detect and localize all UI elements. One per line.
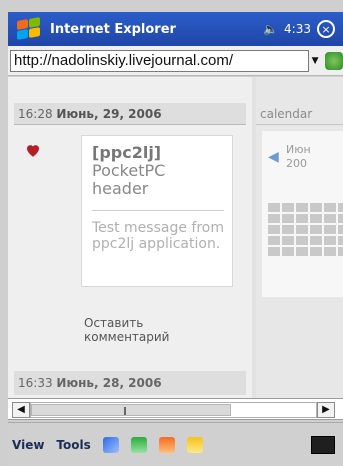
calendar-cell[interactable] bbox=[338, 214, 343, 223]
chevron-down-icon[interactable]: ▼ bbox=[309, 50, 321, 72]
divider bbox=[92, 210, 224, 211]
clock: 4:33 bbox=[284, 22, 311, 36]
scroll-left-button[interactable]: ◀ bbox=[12, 402, 30, 418]
calendar-month-line: Июн bbox=[286, 143, 311, 156]
calendar-cell[interactable] bbox=[296, 203, 308, 212]
post-body: Test message from ppc2lj application. bbox=[92, 220, 224, 252]
address-bar: http://nadolinskiy.livejournal.com/ ▼ bbox=[8, 46, 343, 76]
calendar-heading: calendar bbox=[256, 103, 343, 125]
keyboard-icon[interactable] bbox=[311, 435, 335, 454]
post-time: 16:33 bbox=[18, 376, 53, 390]
post-date: Июнь, 29, 2006 bbox=[56, 107, 162, 121]
calendar-cell[interactable] bbox=[268, 203, 280, 212]
calendar-cell[interactable] bbox=[296, 214, 308, 223]
calendar-cell[interactable] bbox=[310, 247, 322, 256]
calendar-cell[interactable] bbox=[338, 247, 343, 256]
calendar-cell[interactable] bbox=[324, 203, 336, 212]
device-screen: Internet Explorer 🔈 4:33 × http://nadoli… bbox=[0, 0, 343, 466]
calendar-cell[interactable] bbox=[324, 247, 336, 256]
comment-link[interactable]: Оставить комментарий bbox=[84, 316, 194, 344]
calendar-cell[interactable] bbox=[338, 225, 343, 234]
scroll-right-button[interactable]: ▶ bbox=[317, 402, 335, 418]
calendar-cell[interactable] bbox=[310, 214, 322, 223]
calendar-cell[interactable] bbox=[282, 214, 294, 223]
calendar-year-line: 200 bbox=[286, 157, 307, 170]
post-tag: [ppc2lj] bbox=[92, 143, 162, 162]
url-input[interactable]: http://nadolinskiy.livejournal.com/ bbox=[10, 49, 310, 72]
calendar-column: calendar ◀ Июн 200 bbox=[256, 77, 343, 398]
calendar-grid bbox=[268, 203, 343, 256]
horizontal-scrollbar[interactable]: ◀ ▶ bbox=[8, 398, 343, 420]
post-card: [ppc2lj] PocketPC header Test message fr… bbox=[81, 135, 233, 287]
blog-column: 16:28 Июнь, 29, 2006 [ppc2lj] PocketPC h… bbox=[8, 77, 252, 398]
calendar-cell[interactable] bbox=[268, 247, 280, 256]
post-title-rest: PocketPC header bbox=[92, 161, 166, 198]
windows-logo-icon[interactable] bbox=[16, 17, 44, 40]
web-page: 16:28 Июнь, 29, 2006 [ppc2lj] PocketPC h… bbox=[8, 77, 343, 398]
calendar-cell[interactable] bbox=[324, 225, 336, 234]
status-area: 🔈 4:33 × bbox=[263, 20, 335, 38]
calendar-cell[interactable] bbox=[282, 247, 294, 256]
calendar-cell[interactable] bbox=[268, 236, 280, 245]
calendar-cell[interactable] bbox=[296, 247, 308, 256]
mood-icon bbox=[27, 145, 39, 157]
post-time: 16:28 bbox=[18, 107, 53, 121]
calendar-cell[interactable] bbox=[282, 225, 294, 234]
calendar-cell[interactable] bbox=[338, 236, 343, 245]
calendar-cell[interactable] bbox=[296, 225, 308, 234]
orange-home-icon[interactable] bbox=[158, 436, 175, 453]
scroll-grip bbox=[124, 407, 126, 415]
scroll-track[interactable] bbox=[30, 402, 317, 418]
yellow-star-icon[interactable] bbox=[186, 436, 203, 453]
calendar-cell[interactable] bbox=[324, 214, 336, 223]
calendar-cell[interactable] bbox=[268, 214, 280, 223]
titlebar: Internet Explorer 🔈 4:33 × bbox=[8, 12, 343, 46]
scroll-thumb[interactable] bbox=[31, 404, 231, 416]
blue-diamond-icon[interactable] bbox=[102, 436, 119, 453]
taskbar: View Tools bbox=[8, 422, 343, 466]
post-header: 16:28 Июнь, 29, 2006 bbox=[14, 103, 246, 125]
calendar-cell[interactable] bbox=[282, 236, 294, 245]
tools-menu[interactable]: Tools bbox=[56, 438, 90, 452]
calendar-cell[interactable] bbox=[310, 203, 322, 212]
calendar-cell[interactable] bbox=[324, 236, 336, 245]
post-title[interactable]: [ppc2lj] PocketPC header bbox=[92, 144, 222, 198]
calendar-month: Июн 200 bbox=[286, 143, 311, 171]
post-date: Июнь, 28, 2006 bbox=[56, 376, 162, 390]
calendar-cell[interactable] bbox=[338, 203, 343, 212]
calendar-cell[interactable] bbox=[282, 203, 294, 212]
post-header: 16:33 Июнь, 28, 2006 bbox=[14, 371, 246, 395]
speaker-icon[interactable]: 🔈 bbox=[263, 22, 278, 36]
calendar-cell[interactable] bbox=[310, 225, 322, 234]
green-page-icon[interactable] bbox=[130, 436, 147, 453]
chevron-left-icon[interactable]: ◀ bbox=[268, 149, 279, 165]
calendar-cell[interactable] bbox=[296, 236, 308, 245]
close-icon[interactable]: × bbox=[317, 20, 335, 38]
go-icon[interactable] bbox=[325, 51, 343, 70]
view-menu[interactable]: View bbox=[12, 438, 44, 452]
window-title: Internet Explorer bbox=[50, 21, 176, 37]
calendar-cell[interactable] bbox=[268, 225, 280, 234]
calendar-cell[interactable] bbox=[310, 236, 322, 245]
